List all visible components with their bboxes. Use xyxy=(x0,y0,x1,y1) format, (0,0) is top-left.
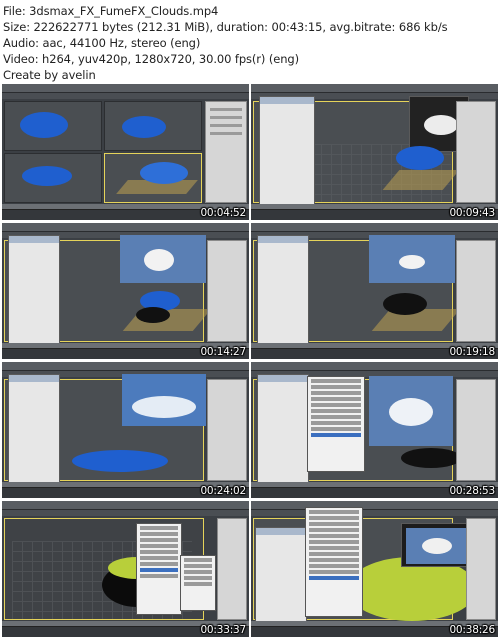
toolbar-secondary xyxy=(2,93,249,99)
thumbnail-5[interactable]: 00:24:02 xyxy=(2,362,249,498)
command-panel xyxy=(217,518,247,620)
timestamp: 00:28:53 xyxy=(449,485,495,497)
timestamp: 00:04:52 xyxy=(200,207,246,219)
thumbnail-6[interactable]: 00:28:53 xyxy=(251,362,498,498)
rendered-cloud xyxy=(144,249,174,271)
command-panel xyxy=(456,379,496,481)
timestamp: 00:14:27 xyxy=(200,346,246,358)
file-size: Size: 222622771 bytes (212.31 MiB), dura… xyxy=(3,20,448,34)
dark-mesh xyxy=(401,448,461,468)
smoke-mesh xyxy=(396,146,444,170)
file-info-header: File: 3dsmax_FX_FumeFX_Clouds.mp4 Size: … xyxy=(0,0,500,84)
command-panel xyxy=(466,518,496,620)
toolbar-secondary xyxy=(251,510,498,516)
rendered-cloud xyxy=(422,538,452,554)
timestamp: 00:09:43 xyxy=(449,207,495,219)
render-window[interactable] xyxy=(401,523,473,567)
thumbnail-2[interactable]: 00:09:43 xyxy=(251,84,498,220)
fumefx-parameters-dialog[interactable] xyxy=(255,527,307,623)
smoke-mesh xyxy=(122,116,166,138)
render-window[interactable] xyxy=(369,235,455,283)
preset-list[interactable] xyxy=(307,376,365,472)
toolbar xyxy=(251,362,498,371)
thumbnail-7[interactable]: 00:33:37 xyxy=(2,501,249,637)
render-window[interactable] xyxy=(122,374,206,426)
command-panel xyxy=(205,101,247,203)
timestamp: 00:19:18 xyxy=(449,346,495,358)
smoke-mesh xyxy=(22,166,72,186)
thumbnail-1[interactable]: 00:04:52 xyxy=(2,84,249,220)
command-panel xyxy=(456,101,496,203)
preset-list[interactable] xyxy=(305,507,363,617)
rendered-cloud xyxy=(132,396,196,418)
video-info: Video: h264, yuv420p, 1280x720, 30.00 fp… xyxy=(3,52,300,66)
toolbar xyxy=(2,501,249,510)
context-menu[interactable] xyxy=(136,523,182,615)
smoke-mesh xyxy=(20,112,68,138)
command-panel xyxy=(456,240,496,342)
toolbar xyxy=(251,501,498,510)
file-name: File: 3dsmax_FX_FumeFX_Clouds.mp4 xyxy=(3,4,219,18)
fumefx-parameters-dialog[interactable] xyxy=(259,96,315,206)
rendered-cloud xyxy=(399,255,425,269)
thumbnail-8[interactable]: 00:38:26 xyxy=(251,501,498,637)
rendered-cloud xyxy=(389,398,433,426)
dark-mesh xyxy=(136,307,170,323)
dark-mesh xyxy=(383,293,427,315)
timestamp: 00:38:26 xyxy=(449,624,495,636)
smoke-mesh xyxy=(140,162,188,184)
submenu[interactable] xyxy=(180,555,216,611)
render-window[interactable] xyxy=(369,376,453,446)
render-window[interactable] xyxy=(120,235,206,283)
command-panel xyxy=(207,240,247,342)
audio-info: Audio: aac, 44100 Hz, stereo (eng) xyxy=(3,36,201,50)
credit: Create by avelin xyxy=(3,68,96,82)
rendered-sky xyxy=(406,528,470,564)
fumefx-parameters-dialog[interactable] xyxy=(8,235,60,345)
toolbar xyxy=(2,362,249,371)
toolbar xyxy=(2,223,249,232)
fumefx-parameters-dialog[interactable] xyxy=(8,374,60,484)
smoke-mesh xyxy=(72,450,168,472)
timestamp: 00:24:02 xyxy=(200,485,246,497)
toolbar xyxy=(2,84,249,93)
fumefx-parameters-dialog[interactable] xyxy=(257,374,309,484)
toolbar-secondary xyxy=(2,510,249,516)
command-panel xyxy=(207,379,247,481)
timestamp: 00:33:37 xyxy=(200,624,246,636)
toolbar xyxy=(251,223,498,232)
thumbnail-4[interactable]: 00:19:18 xyxy=(251,223,498,359)
toolbar xyxy=(251,84,498,93)
thumbnail-3[interactable]: 00:14:27 xyxy=(2,223,249,359)
rendered-cloud xyxy=(424,115,458,135)
fumefx-parameters-dialog[interactable] xyxy=(257,235,309,345)
